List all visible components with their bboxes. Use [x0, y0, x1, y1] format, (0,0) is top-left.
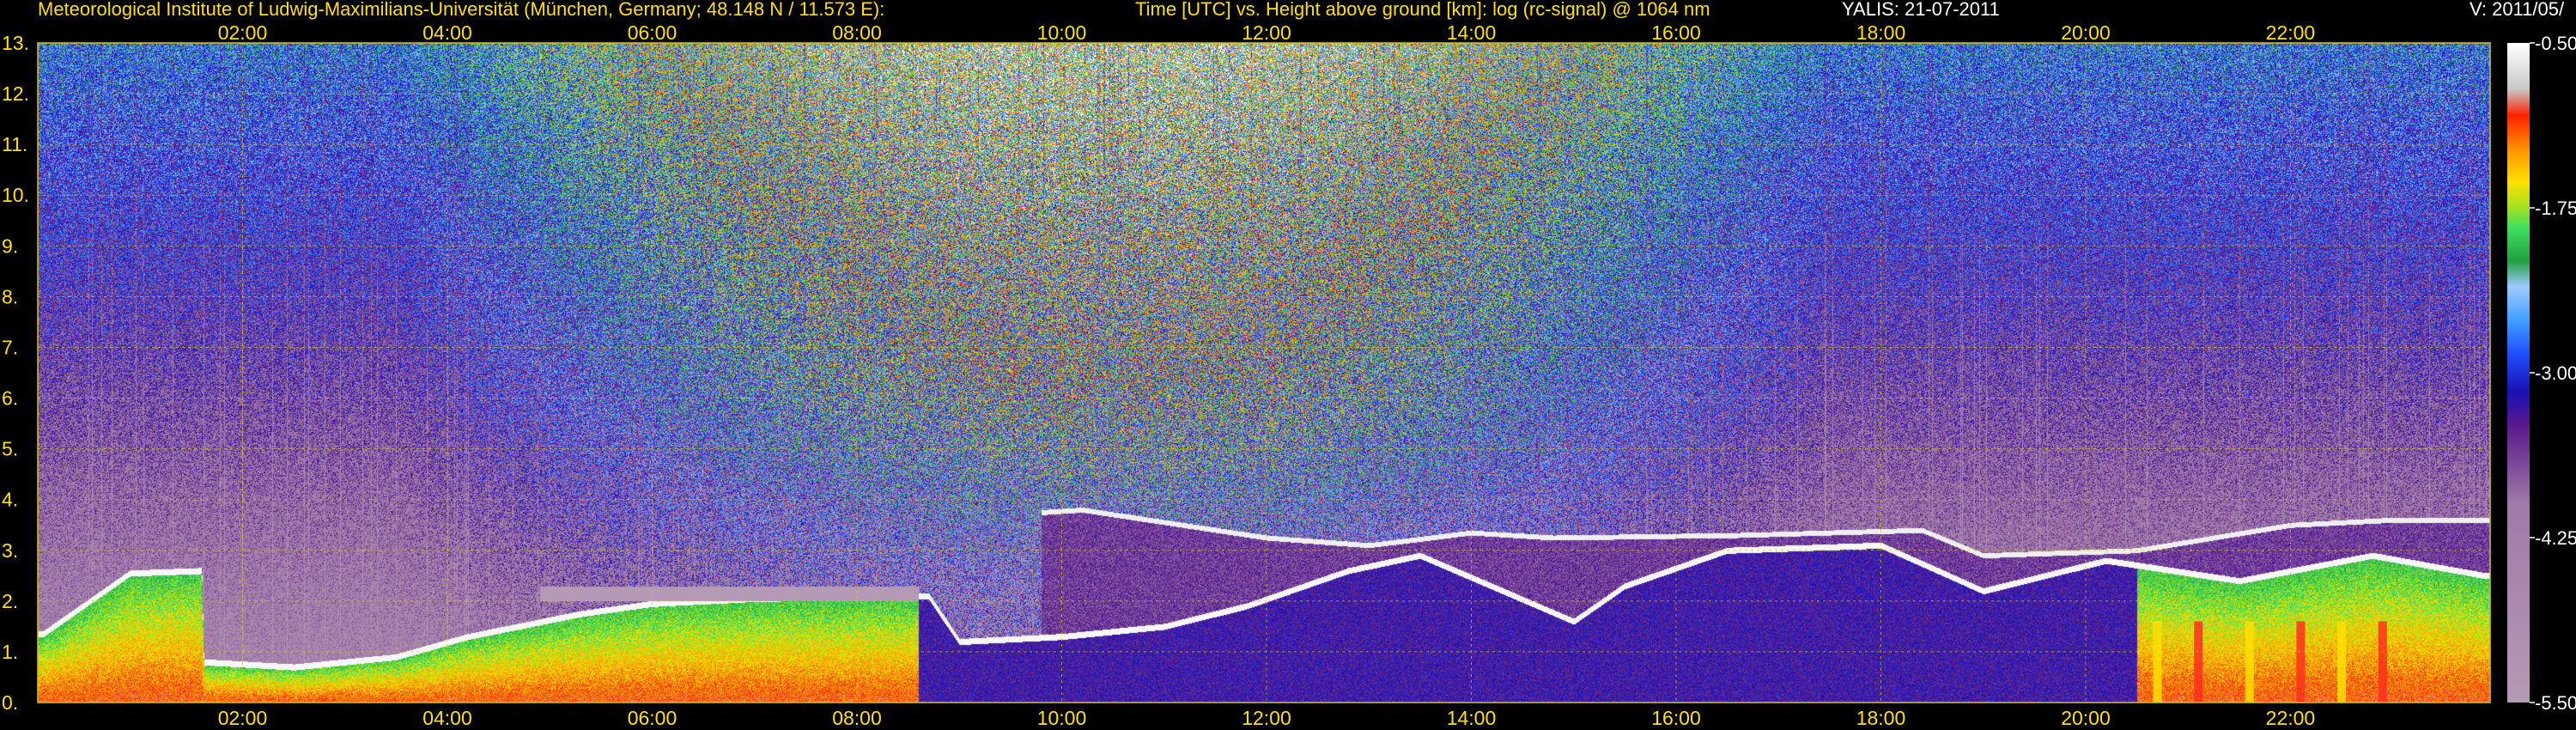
- x-tick-label-bottom: 02:00: [218, 707, 268, 729]
- cloud-spike: [2153, 621, 2162, 703]
- x-tick-label-bottom: 18:00: [1856, 707, 1906, 729]
- cloud-spike: [2296, 621, 2306, 703]
- x-tick-label-bottom: 06:00: [628, 707, 677, 729]
- x-tick-label-bottom: 04:00: [422, 707, 472, 729]
- colorbar-tick-label: -3.00: [2535, 362, 2576, 384]
- colorbar: [2507, 43, 2530, 703]
- colorbar-tick-label: -0.50: [2535, 33, 2576, 54]
- y-tick-label: 2.: [2, 590, 18, 612]
- heatmap-image: [38, 43, 2490, 703]
- x-tick-label-top: 20:00: [2061, 21, 2111, 44]
- x-tick-label-top: 16:00: [1651, 21, 1701, 44]
- y-tick-label: 4.: [2, 489, 18, 511]
- x-tick-label-top: 22:00: [2266, 21, 2316, 44]
- x-tick-label-top: 04:00: [422, 21, 472, 44]
- x-tick-label-bottom: 12:00: [1242, 707, 1291, 729]
- y-tick-label: 11.: [2, 133, 27, 155]
- cloud-spike: [2337, 621, 2347, 703]
- y-tick-label: 10.: [2, 184, 29, 206]
- cloud-spike: [2194, 621, 2203, 703]
- colorbar-tick-label: -5.50: [2535, 692, 2576, 714]
- lidar-heatmap: [38, 43, 2490, 703]
- y-tick-label: 6.: [2, 387, 18, 410]
- colorbar-tick-label: -1.75: [2535, 198, 2576, 219]
- y-tick-label: 5.: [2, 438, 18, 460]
- x-tick-label-top: 10:00: [1037, 21, 1087, 44]
- x-tick-label-bottom: 20:00: [2061, 707, 2111, 729]
- y-tick-label: 7.: [2, 336, 18, 358]
- lidar-figure: 02:00 04:00 06:00 08:00 10:00 12:00 14:00 16:00…: [0, 0, 2576, 730]
- cloud-spike: [2245, 621, 2254, 703]
- cloud-spike: [2378, 621, 2387, 703]
- x-tick-label-bottom: 22:00: [2266, 707, 2316, 729]
- institute-header: Meteorological Institute of Ludwig-Maxim…: [38, 0, 885, 20]
- axes-description: Time [UTC] vs. Height above ground [km]:…: [1135, 0, 1710, 20]
- instrument-date: YALIS: 21-07-2011: [1842, 0, 2000, 20]
- x-tick-label-top: 02:00: [218, 21, 268, 44]
- y-tick-label: 8.: [2, 285, 18, 307]
- y-tick-label: 0.: [2, 691, 18, 714]
- x-tick-label-top: 06:00: [628, 21, 677, 44]
- x-tick-label-bottom: 14:00: [1447, 707, 1497, 729]
- x-tick-label-top: 08:00: [832, 21, 882, 44]
- y-tick-label: 1.: [2, 641, 18, 663]
- x-tick-label-bottom: 08:00: [832, 707, 882, 729]
- y-tick-label: 3.: [2, 539, 18, 562]
- y-tick-label: 12.: [2, 82, 29, 105]
- x-tick-label-top: 18:00: [1856, 21, 1906, 44]
- version-label: V: 2011/05/: [2470, 0, 2565, 20]
- x-tick-label-bottom: 10:00: [1037, 707, 1087, 729]
- colorbar-tick-label: -4.25: [2535, 527, 2576, 549]
- colorbar-gradient: [2507, 43, 2530, 703]
- x-tick-label-top: 14:00: [1447, 21, 1497, 44]
- y-tick-label: 9.: [2, 234, 18, 257]
- x-tick-label-bottom: 16:00: [1651, 707, 1701, 729]
- x-tick-label-top: 12:00: [1242, 21, 1291, 44]
- y-tick-label: 13.: [2, 32, 29, 54]
